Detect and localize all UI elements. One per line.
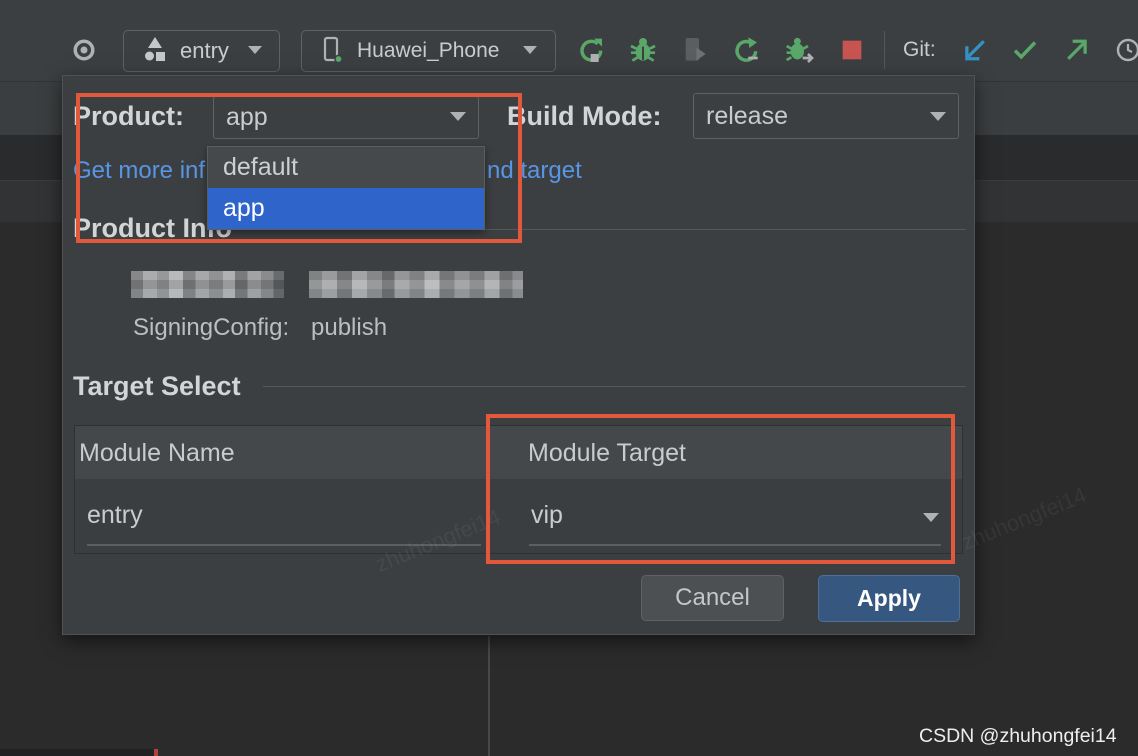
target-select-title: Target Select xyxy=(73,371,241,401)
chevron-down-icon xyxy=(523,46,537,54)
module-selector[interactable]: entry xyxy=(123,30,280,72)
apply-changes-icon[interactable] xyxy=(731,34,763,66)
pane-splitter[interactable] xyxy=(488,636,490,756)
build-mode-combobox-value: release xyxy=(706,102,788,130)
history-icon[interactable] xyxy=(1114,35,1138,65)
git-update-icon[interactable] xyxy=(960,35,990,65)
redacted-label xyxy=(131,271,284,298)
device-selector-value: Huawei_Phone xyxy=(357,39,500,62)
status-strip-marker xyxy=(154,749,158,756)
device-selector[interactable]: Huawei_Phone xyxy=(301,30,556,72)
git-push-icon[interactable] xyxy=(1062,35,1092,65)
stop-icon[interactable] xyxy=(836,34,868,66)
chevron-down-icon xyxy=(930,112,946,121)
build-mode-label: Build Mode: xyxy=(507,101,662,131)
toolbar-separator xyxy=(884,31,885,69)
annotation-box-product xyxy=(76,93,522,243)
ide-window: entry Huawei_Phone Git: Product: app Bui… xyxy=(0,0,1138,756)
module-selector-value: entry xyxy=(180,38,229,63)
cancel-button[interactable]: Cancel xyxy=(641,575,784,621)
annotation-box-module-target xyxy=(486,414,955,564)
module-icon xyxy=(140,34,170,66)
git-label: Git: xyxy=(903,38,936,61)
column-header-module-name: Module Name xyxy=(79,439,235,467)
rerun-icon[interactable] xyxy=(576,34,608,66)
attach-debugger-icon[interactable] xyxy=(679,34,711,66)
section-divider xyxy=(263,386,966,387)
watermark-text: zhuhongfei14 xyxy=(957,482,1090,555)
signing-config-value: publish xyxy=(311,314,388,341)
build-mode-combobox[interactable]: release xyxy=(693,93,959,139)
redacted-value xyxy=(309,271,523,298)
signing-config-label: SigningConfig: xyxy=(133,314,290,341)
debug-attach-icon[interactable] xyxy=(784,34,816,66)
git-commit-icon[interactable] xyxy=(1010,35,1040,65)
apply-button[interactable]: Apply xyxy=(818,575,960,622)
chevron-down-icon xyxy=(248,46,262,54)
status-strip xyxy=(0,749,155,756)
phone-icon xyxy=(321,36,345,64)
debug-icon[interactable] xyxy=(627,34,659,66)
locate-icon[interactable] xyxy=(70,36,98,64)
credit-watermark: CSDN @zhuhongfei14 xyxy=(919,725,1117,747)
module-name-cell: entry xyxy=(87,501,143,529)
